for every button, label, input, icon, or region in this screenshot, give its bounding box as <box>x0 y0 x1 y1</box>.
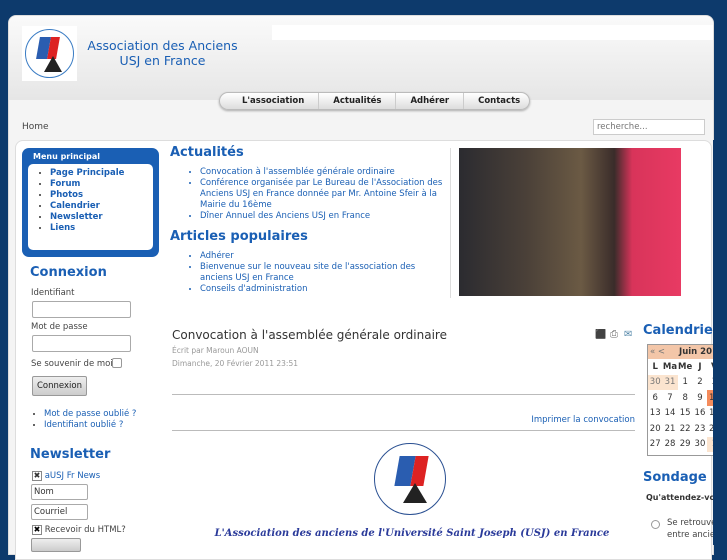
calendar-day[interactable]: 9 <box>693 390 707 406</box>
popular-item[interactable]: Adhérer <box>200 251 234 261</box>
weekday-label: Ma <box>662 361 678 372</box>
article-author: Écrit par Maroun AOUN <box>172 346 259 355</box>
calendar-day[interactable]: 27 <box>648 437 662 453</box>
search-input[interactable] <box>593 119 705 135</box>
password-input[interactable] <box>32 335 131 352</box>
weekday-label: J <box>698 361 702 372</box>
remember-checkbox[interactable] <box>112 358 122 368</box>
weekday-label: Me <box>678 361 693 372</box>
news-item[interactable]: Conférence organisée par Le Bureau de l'… <box>200 178 442 210</box>
popular-item[interactable]: Conseils d'administration <box>200 284 308 294</box>
pdf-icon[interactable]: ⬛ <box>595 330 606 340</box>
print-convocation-link[interactable]: Imprimer la convocation <box>531 415 635 425</box>
calendar-day[interactable]: 16 <box>693 406 707 422</box>
title-line1: Association des Anciens <box>87 38 238 53</box>
article-title: Convocation à l'assemblée générale ordin… <box>172 328 447 342</box>
nav-contacts[interactable]: Contacts <box>464 93 534 109</box>
nav-association[interactable]: L'association <box>228 93 320 109</box>
nav-adherer[interactable]: Adhérer <box>396 93 465 109</box>
calendar-day[interactable]: 20 <box>648 421 662 437</box>
newsletter-name-input[interactable]: Nom <box>31 484 88 500</box>
calendar-day[interactable]: 23 <box>693 421 707 437</box>
menu-item-newsletter[interactable]: Newsletter <box>50 212 103 222</box>
calendar-day[interactable]: 1 <box>678 375 693 391</box>
main-nav: L'association Actualités Adhérer Contact… <box>219 92 530 110</box>
article-heading: L'Association des anciens de l'Universit… <box>214 528 610 539</box>
list-name[interactable]: aUSJ Fr News <box>45 471 100 481</box>
username-input[interactable] <box>32 301 131 318</box>
divider <box>450 148 451 298</box>
newsletter-list: ✖ aUSJ Fr News <box>32 471 100 481</box>
password-label: Mot de passe <box>31 322 88 332</box>
title-line2: USJ en France <box>119 53 206 68</box>
poll-radio[interactable] <box>651 520 660 529</box>
newsletter-email-input[interactable]: Courriel <box>31 504 88 520</box>
news-item[interactable]: Convocation à l'assemblée générale ordin… <box>200 167 395 177</box>
username-label: Identifiant <box>31 288 75 298</box>
list-checkbox[interactable]: ✖ <box>32 471 42 481</box>
menu-title: Menu principal <box>33 152 101 161</box>
email-icon[interactable]: ✉ <box>624 329 632 340</box>
news-title: Actualités <box>170 145 244 160</box>
menu-item-forum[interactable]: Forum <box>50 179 80 189</box>
header-banner <box>272 25 713 40</box>
calendar-day[interactable]: 22 <box>678 421 693 437</box>
separator <box>172 394 635 395</box>
calendar-day[interactable]: 31 <box>662 374 678 390</box>
calendar-day[interactable]: 2 <box>693 375 707 391</box>
site-logo[interactable] <box>22 26 77 81</box>
login-title: Connexion <box>30 265 107 280</box>
html-label: Recevoir du HTML? <box>44 525 126 535</box>
menu-item-links[interactable]: Liens <box>50 223 75 233</box>
breadcrumb[interactable]: Home <box>22 122 49 132</box>
calendar-day[interactable]: 30 <box>693 437 707 453</box>
calendar-day[interactable]: 15 <box>678 406 693 422</box>
calendar-day[interactable]: 28 <box>662 437 677 453</box>
calendar-day[interactable]: 8 <box>678 390 693 406</box>
poll-title: Sondage <box>643 470 707 485</box>
popular-item[interactable]: Bienvenue sur le nouveau site de l'assoc… <box>200 262 415 283</box>
forgot-password-link[interactable]: Mot de passe oublié ? <box>44 409 136 419</box>
calendar-day[interactable]: 21 <box>662 421 677 437</box>
calendar-prev[interactable]: « < <box>650 347 665 357</box>
popular-title: Articles populaires <box>170 229 308 244</box>
html-checkbox[interactable]: ✖ <box>32 525 42 535</box>
forgot-username-link[interactable]: Identifiant oublié ? <box>44 420 123 430</box>
article-date: Dimanche, 20 Février 2011 23:51 <box>172 359 298 368</box>
page-edge <box>713 140 727 545</box>
news-item[interactable]: Dîner Annuel des Anciens USJ en France <box>200 211 370 221</box>
article-logo <box>372 441 449 518</box>
calendar-day[interactable]: 30 <box>648 374 663 390</box>
separator <box>172 430 635 431</box>
main-menu: Menu principal Page Principale Forum Pho… <box>22 148 159 257</box>
calendar-title: Calendrier <box>643 323 720 338</box>
subscribe-button[interactable] <box>31 538 81 552</box>
featured-photo[interactable] <box>459 148 681 296</box>
login-button[interactable]: Connexion <box>32 376 87 396</box>
calendar-day[interactable]: 13 <box>648 406 662 422</box>
calendar-day[interactable]: 6 <box>648 390 662 406</box>
newsletter-title: Newsletter <box>30 447 111 462</box>
menu-item-calendar[interactable]: Calendrier <box>50 201 100 211</box>
menu-item-photos[interactable]: Photos <box>50 190 83 200</box>
calendar-day[interactable]: 7 <box>662 390 677 406</box>
site-title[interactable]: Association des Anciens USJ en France <box>80 38 245 68</box>
menu-item-home[interactable]: Page Principale <box>50 168 124 178</box>
calendar-day[interactable]: 29 <box>678 437 693 453</box>
nav-actualites[interactable]: Actualités <box>319 93 397 109</box>
html-option: ✖ Recevoir du HTML? <box>32 525 126 535</box>
weekday-label: L <box>652 361 658 372</box>
remember-label: Se souvenir de moi <box>31 359 113 369</box>
calendar-day[interactable]: 14 <box>662 406 677 422</box>
print-icon[interactable]: ⎙ <box>610 329 618 340</box>
